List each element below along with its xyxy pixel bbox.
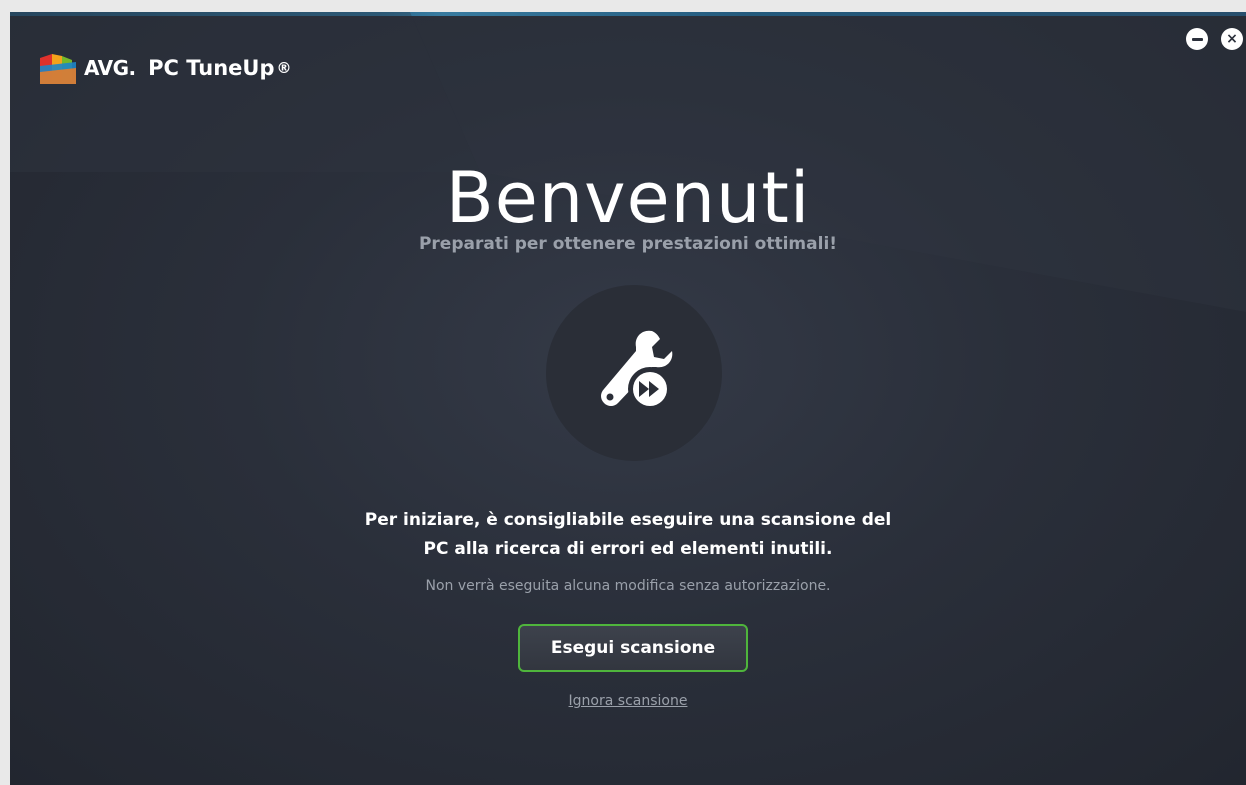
- top-accent-bar: [10, 12, 1246, 16]
- message-line-1: Per iniziare, è consigliabile eseguire u…: [364, 510, 892, 530]
- registered-mark: ®: [276, 59, 292, 77]
- skip-scan-link[interactable]: Ignora scansione: [569, 693, 688, 709]
- brand-dot: .: [128, 56, 137, 80]
- wrench-fast-forward-icon: [601, 330, 673, 411]
- skip-scan-container: Ignora scansione: [10, 690, 1246, 709]
- close-button[interactable]: ×: [1221, 28, 1243, 50]
- message-line-2: PC alla ricerca di errori ed elementi in…: [423, 539, 833, 559]
- minimize-button[interactable]: [1186, 28, 1208, 50]
- app-logo: AVG . PC TuneUp ®: [38, 50, 291, 86]
- avg-logo-icon: [40, 54, 76, 84]
- product-name: PC TuneUp: [148, 56, 275, 80]
- brand-name: AVG: [84, 56, 129, 80]
- hero-badge: [546, 285, 722, 461]
- scan-recommendation: Per iniziare, è consigliabile eseguire u…: [10, 506, 1246, 564]
- welcome-subtitle: Preparati per ottenere prestazioni ottim…: [418, 234, 838, 254]
- close-icon: ×: [1226, 31, 1238, 47]
- run-scan-button[interactable]: Esegui scansione: [518, 624, 748, 672]
- app-window: AVG . PC TuneUp ® × Benvenuti Preparati …: [10, 12, 1246, 785]
- minimize-icon: [1191, 37, 1203, 41]
- welcome-title: Benvenuti: [445, 157, 811, 239]
- no-changes-note: Non verrà eseguita alcuna modifica senza…: [425, 578, 831, 594]
